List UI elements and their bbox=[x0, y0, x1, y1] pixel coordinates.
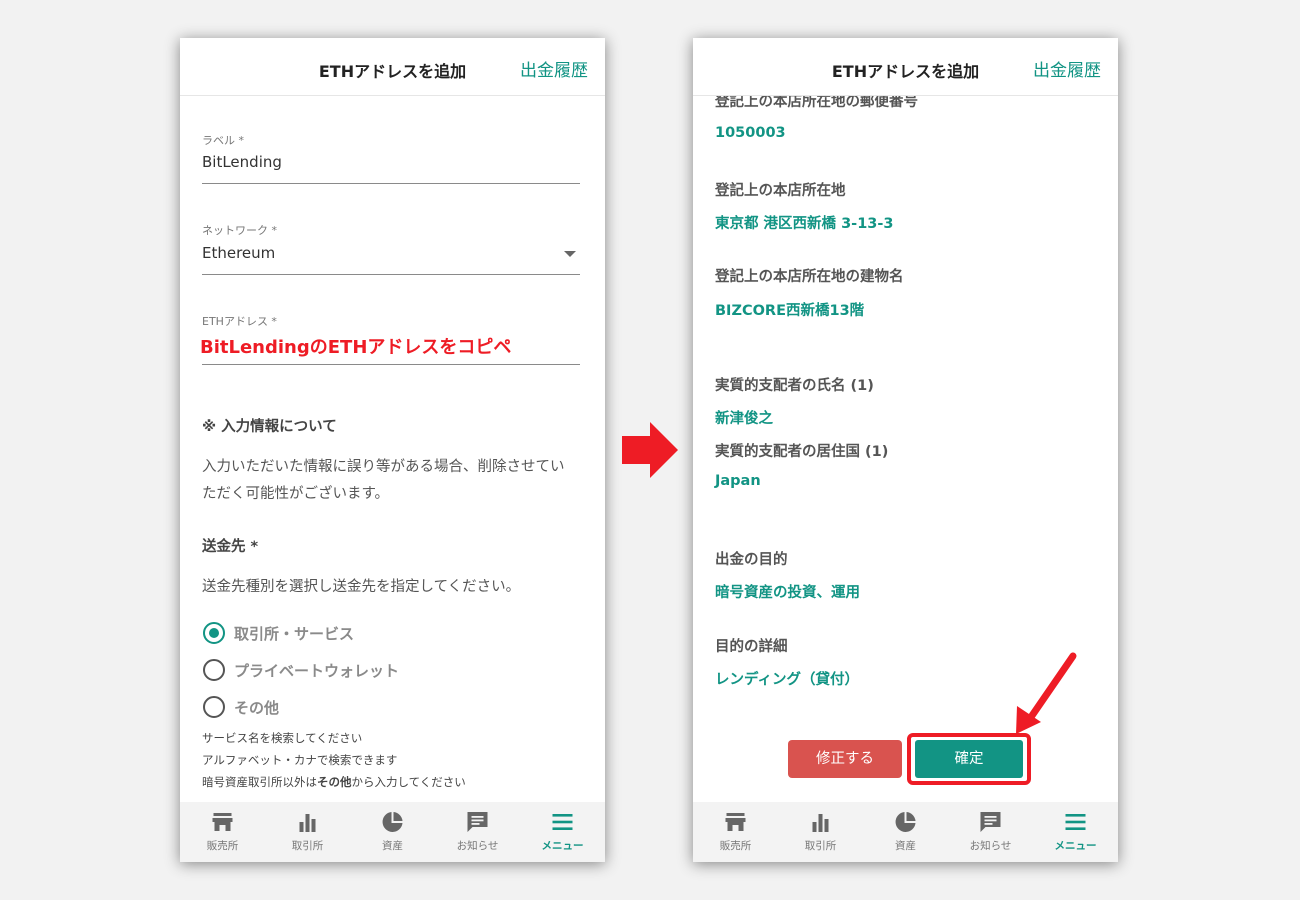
nav-item-menu[interactable]: メニュー bbox=[1033, 802, 1118, 862]
beneficial-owner-country-label: 実質的支配者の居住国 (1) bbox=[715, 444, 889, 460]
menu-icon bbox=[1065, 814, 1086, 830]
notice-line-1: 入力いただいた情報に誤り等がある場合、削除させてい bbox=[202, 459, 565, 475]
nav-label-menu: メニュー bbox=[1054, 840, 1097, 852]
menu-icon bbox=[552, 814, 573, 830]
building-label: 登記上の本店所在地の建物名 bbox=[715, 269, 904, 285]
nav-item-exchange[interactable]: 取引所 bbox=[265, 802, 350, 862]
nav-label-assets: 資産 bbox=[895, 840, 916, 852]
hint-other-post: から入力してください bbox=[351, 775, 466, 789]
label-field-label: ラベル * bbox=[202, 134, 244, 147]
message-icon bbox=[980, 812, 1001, 832]
store-icon bbox=[212, 813, 233, 831]
radio-label-other[interactable]: その他 bbox=[234, 697, 279, 718]
nav-label-news: お知らせ bbox=[456, 840, 499, 852]
nav-label-assets: 資産 bbox=[382, 840, 403, 852]
nav-item-sales[interactable]: 販売所 bbox=[693, 802, 778, 862]
network-field-underline bbox=[202, 274, 580, 275]
header: ETHアドレスを追加 出金履歴 bbox=[693, 38, 1118, 96]
arrow-right-icon bbox=[622, 422, 678, 478]
pie-chart-icon bbox=[382, 812, 403, 832]
nav-item-assets[interactable]: 資産 bbox=[863, 802, 948, 862]
address-value: 東京都 港区西新橋 3-13-3 bbox=[715, 216, 894, 232]
nav-label-news: お知らせ bbox=[969, 840, 1012, 852]
radio-other[interactable] bbox=[203, 696, 225, 718]
beneficial-owner-name-label: 実質的支配者の氏名 (1) bbox=[715, 378, 874, 394]
chevron-down-icon[interactable] bbox=[564, 251, 576, 257]
purpose-detail-label: 目的の詳細 bbox=[715, 639, 788, 655]
purpose-value: 暗号資産の投資、運用 bbox=[715, 585, 860, 601]
left-phone-screen: ETHアドレスを追加 出金履歴 ラベル * BitLending ネットワーク … bbox=[180, 38, 605, 862]
building-value: BIZCORE西新橋13階 bbox=[715, 303, 865, 319]
hint-alphabet: アルファベット・カナで検索できます bbox=[202, 753, 398, 767]
eth-address-annotation[interactable]: BitLendingのETHアドレスをコピペ bbox=[200, 333, 511, 359]
nav-label-menu: メニュー bbox=[541, 840, 584, 852]
hint-search: サービス名を検索してください bbox=[202, 731, 363, 745]
bottom-nav: 販売所 取引所 資産 お知らせ メニュー bbox=[180, 802, 605, 862]
purpose-detail-value: レンディング（貸付） bbox=[715, 672, 859, 688]
destination-desc: 送金先種別を選択し送金先を指定してください。 bbox=[202, 579, 521, 595]
label-field-underline bbox=[202, 183, 580, 184]
postal-code-value: 1050003 bbox=[715, 125, 786, 141]
store-icon bbox=[725, 813, 746, 831]
bar-chart-icon bbox=[299, 814, 316, 832]
beneficial-owner-name-value: 新津俊之 bbox=[715, 411, 773, 427]
radio-label-private-wallet[interactable]: プライベートウォレット bbox=[234, 660, 399, 681]
bar-chart-icon bbox=[812, 814, 829, 832]
nav-label-exchange: 取引所 bbox=[291, 840, 324, 852]
network-field-label: ネットワーク * bbox=[202, 224, 277, 237]
pointer-arrow-icon bbox=[1016, 652, 1077, 734]
nav-item-sales[interactable]: 販売所 bbox=[180, 802, 265, 862]
fix-button[interactable]: 修正する bbox=[788, 740, 902, 778]
hint-other: 暗号資産取引所以外はその他から入力してください bbox=[202, 771, 466, 793]
hint-other-bold: その他 bbox=[317, 775, 352, 789]
withdrawal-history-link[interactable]: 出金履歴 bbox=[520, 56, 588, 81]
eth-address-underline bbox=[202, 364, 580, 365]
destination-title: 送金先 * bbox=[202, 539, 259, 555]
nav-item-menu[interactable]: メニュー bbox=[520, 802, 605, 862]
header: ETHアドレスを追加 出金履歴 bbox=[180, 38, 605, 96]
notice-line-2: ただく可能性がございます。 bbox=[202, 486, 390, 502]
beneficial-owner-country-value: Japan bbox=[715, 473, 761, 489]
nav-item-assets[interactable]: 資産 bbox=[350, 802, 435, 862]
eth-address-field-label: ETHアドレス * bbox=[202, 315, 277, 328]
notice-title: ※ 入力情報について bbox=[202, 419, 337, 435]
nav-label-sales: 販売所 bbox=[719, 840, 752, 852]
radio-label-exchange-service[interactable]: 取引所・サービス bbox=[234, 623, 354, 644]
confirm-button[interactable]: 確定 bbox=[915, 740, 1023, 778]
nav-label-sales: 販売所 bbox=[206, 840, 239, 852]
purpose-label: 出金の目的 bbox=[715, 552, 788, 568]
bottom-nav: 販売所 取引所 資産 お知らせ メニュー bbox=[693, 802, 1118, 862]
label-field-value[interactable]: BitLending bbox=[202, 153, 282, 171]
right-phone-screen: ETHアドレスを追加 出金履歴 登記上の本店所在地の郵便番号 1050003 登… bbox=[693, 38, 1118, 862]
nav-item-news[interactable]: お知らせ bbox=[948, 802, 1033, 862]
address-label: 登記上の本店所在地 bbox=[715, 183, 846, 199]
nav-label-exchange: 取引所 bbox=[804, 840, 837, 852]
hint-other-pre: 暗号資産取引所以外は bbox=[202, 775, 317, 789]
pie-chart-icon bbox=[895, 812, 916, 832]
withdrawal-history-link[interactable]: 出金履歴 bbox=[1033, 56, 1101, 81]
nav-item-exchange[interactable]: 取引所 bbox=[778, 802, 863, 862]
radio-private-wallet[interactable] bbox=[203, 659, 225, 681]
network-select-value[interactable]: Ethereum bbox=[202, 244, 275, 262]
message-icon bbox=[467, 812, 488, 832]
radio-exchange-service[interactable] bbox=[203, 622, 225, 644]
nav-item-news[interactable]: お知らせ bbox=[435, 802, 520, 862]
